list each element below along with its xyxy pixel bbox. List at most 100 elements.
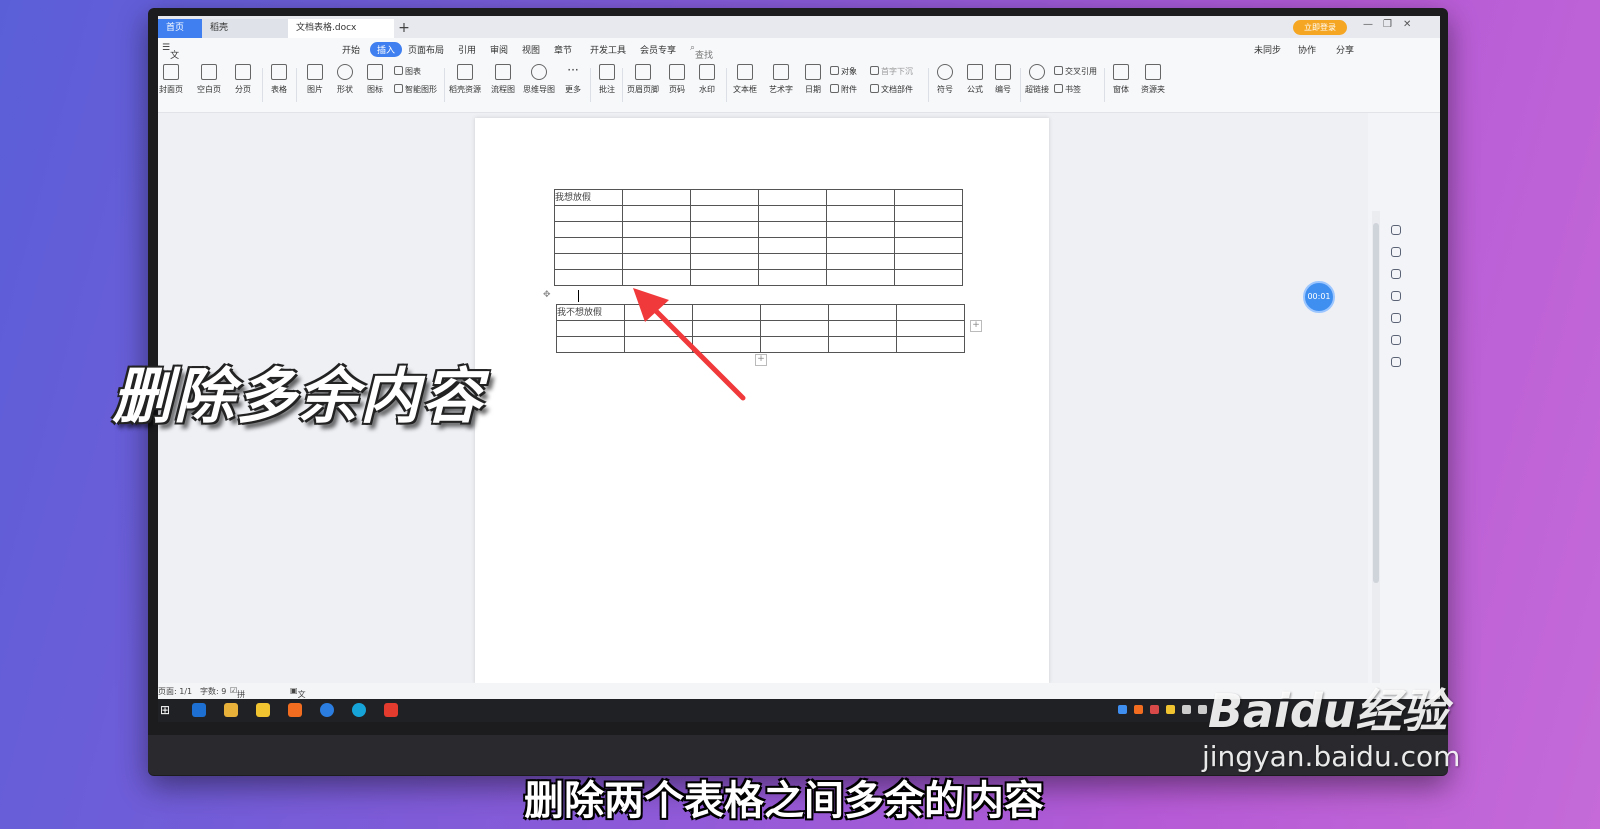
table-button[interactable]: 表格 [262, 64, 296, 95]
drop-cap-button[interactable]: 首字下沉 [870, 66, 913, 77]
tray-icon[interactable] [1166, 705, 1175, 714]
cross-reference-button[interactable]: 交叉引用 [1054, 66, 1097, 77]
docer-resource-button[interactable]: 稻壳资源 [448, 64, 482, 95]
table-cell[interactable] [690, 253, 759, 270]
image-icon[interactable] [1391, 335, 1401, 345]
table-cell[interactable] [826, 205, 895, 222]
doc-parts-button[interactable]: 文档部件 [870, 84, 913, 95]
spell-check[interactable]: ☑ 拼写检查 [230, 686, 245, 721]
resource-folder-button[interactable]: 资源夹 [1136, 64, 1170, 95]
help-icon[interactable] [1391, 313, 1401, 323]
table-cell[interactable] [894, 221, 963, 238]
table-cell[interactable] [894, 189, 963, 206]
folder-icon[interactable] [224, 703, 238, 717]
menu-insert[interactable]: 插入 [370, 42, 403, 57]
share-button[interactable]: 分享 [1336, 43, 1354, 56]
table-cell[interactable] [622, 253, 691, 270]
table-cell[interactable] [826, 253, 895, 270]
cover-page-button[interactable]: 封面页 [158, 64, 188, 95]
settings-icon[interactable] [1391, 291, 1401, 301]
table-cell[interactable] [758, 205, 827, 222]
app-icon[interactable] [256, 703, 270, 717]
table-cell[interactable] [622, 269, 691, 286]
smart-art-button[interactable]: 智能图形 [394, 84, 437, 95]
table-cell[interactable] [622, 237, 691, 254]
table-cell[interactable] [556, 336, 625, 353]
page-break-button[interactable]: 分页 [226, 64, 260, 95]
symbol-button[interactable]: 符号 [928, 64, 962, 95]
restore-icon[interactable]: ❐ [1383, 19, 1392, 30]
edge-icon[interactable] [352, 703, 366, 717]
tab-docer[interactable]: 稻壳 [202, 19, 288, 38]
table-cell[interactable] [758, 237, 827, 254]
table-cell[interactable] [828, 320, 897, 337]
table-cell[interactable] [690, 269, 759, 286]
watermark-button[interactable]: 水印 [690, 64, 724, 95]
page-number-button[interactable]: 页码 [660, 64, 694, 95]
doc-proof[interactable]: ▣ 文档校对 [290, 686, 306, 721]
icons-button[interactable]: 图标 [358, 64, 392, 95]
table-cell[interactable] [622, 205, 691, 222]
table-cell[interactable] [758, 253, 827, 270]
menu-page-layout[interactable]: 页面布局 [408, 43, 444, 56]
numbering-button[interactable]: 编号 [986, 64, 1020, 95]
object-button[interactable]: 对象 [830, 66, 857, 77]
table-cell[interactable] [894, 237, 963, 254]
wps-icon[interactable] [384, 703, 398, 717]
menu-view[interactable]: 视图 [522, 43, 540, 56]
tray-icon[interactable] [1134, 705, 1143, 714]
table-cell[interactable] [622, 189, 691, 206]
vertical-scrollbar[interactable] [1372, 211, 1380, 722]
add-column-button[interactable]: + [970, 320, 982, 332]
menu-member[interactable]: 会员专享 [640, 43, 676, 56]
table-cell[interactable] [554, 237, 623, 254]
share-icon[interactable] [1391, 357, 1401, 367]
browser-icon[interactable] [320, 703, 334, 717]
menu-file[interactable]: ☰ 文件 [162, 43, 179, 74]
style-icon[interactable] [1391, 225, 1401, 235]
add-tab-button[interactable]: + [394, 19, 414, 38]
tray-icon[interactable] [1150, 705, 1159, 714]
minimize-icon[interactable]: — [1363, 19, 1373, 30]
table-cell[interactable] [554, 205, 623, 222]
table-cell[interactable] [758, 221, 827, 238]
table-cell[interactable] [758, 189, 827, 206]
table-cell[interactable] [896, 304, 965, 321]
table-cell[interactable] [554, 269, 623, 286]
tab-home[interactable]: 首页 [158, 19, 202, 38]
table-cell[interactable] [896, 320, 965, 337]
comment-button[interactable]: 批注 [590, 64, 624, 95]
menu-developer[interactable]: 开发工具 [590, 43, 626, 56]
close-icon[interactable]: ✕ [1403, 19, 1411, 30]
table-cell[interactable] [556, 320, 625, 337]
table-cell[interactable] [690, 237, 759, 254]
mindmap-button[interactable]: 思维导图 [522, 64, 556, 95]
table-cell[interactable] [554, 221, 623, 238]
tray-icon[interactable] [1118, 705, 1127, 714]
sync-status[interactable]: 未同步 [1254, 43, 1281, 56]
bookmark-button[interactable]: 书签 [1054, 84, 1081, 95]
table-cell[interactable] [622, 221, 691, 238]
select-icon[interactable] [1391, 269, 1401, 279]
header-footer-button[interactable]: 页眉页脚 [626, 64, 660, 95]
picture-button[interactable]: 图片 [298, 64, 332, 95]
blank-page-button[interactable]: 空白页 [192, 64, 226, 95]
command-search[interactable]: ⌕ 查找命令、搜索模板 [690, 43, 713, 113]
menu-home[interactable]: 开始 [342, 43, 360, 56]
table-2[interactable]: 我不想放假 [556, 304, 965, 353]
login-button[interactable]: 立即登录 [1293, 20, 1347, 35]
menu-references[interactable]: 引用 [458, 43, 476, 56]
attachment-button[interactable]: 附件 [830, 84, 857, 95]
shape-button[interactable]: 形状 [328, 64, 362, 95]
add-row-button[interactable]: + [755, 354, 767, 366]
table-move-handle-icon[interactable]: ✥ [543, 290, 551, 300]
tray-icon[interactable] [1198, 705, 1207, 714]
collaborate-button[interactable]: 协作 [1298, 43, 1316, 56]
table-cell[interactable] [826, 189, 895, 206]
tray-icon[interactable] [1182, 705, 1191, 714]
start-icon[interactable]: ⊞ [160, 703, 174, 717]
app-icon[interactable] [288, 703, 302, 717]
table-cell[interactable] [690, 189, 759, 206]
table-cell[interactable] [760, 336, 829, 353]
table-cell[interactable] [826, 269, 895, 286]
